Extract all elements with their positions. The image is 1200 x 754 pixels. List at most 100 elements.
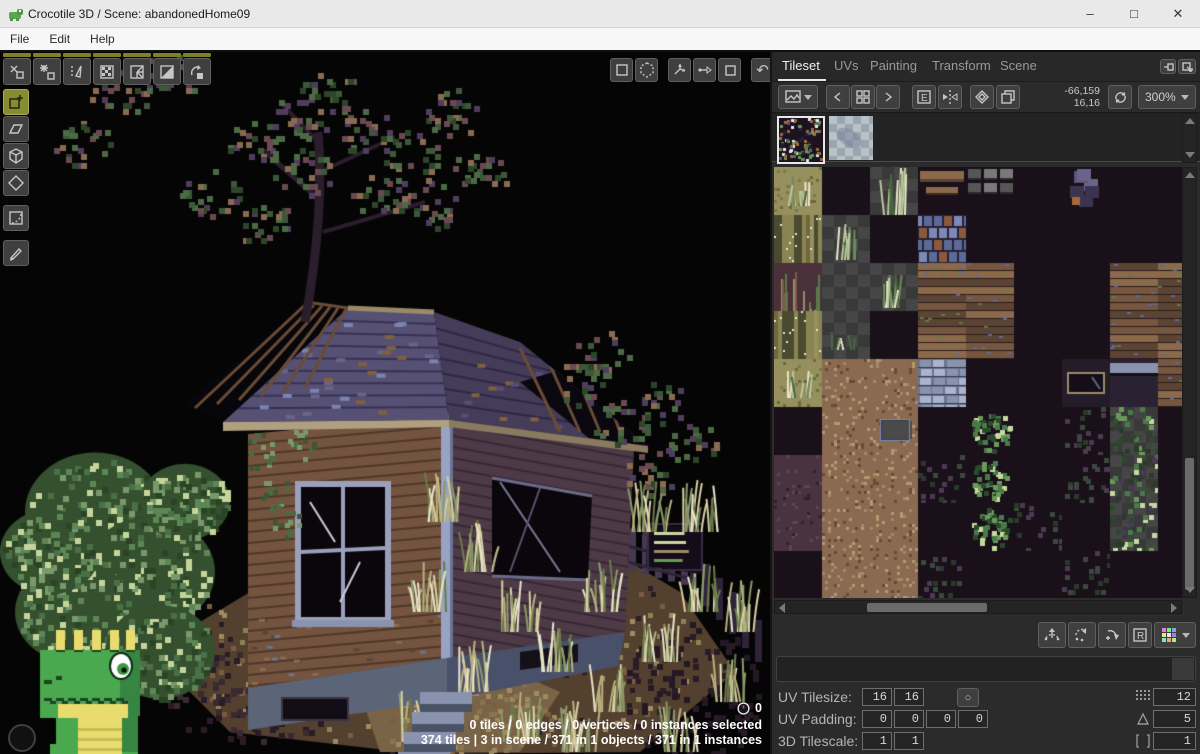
flip-tile-button[interactable] <box>938 85 962 109</box>
selection-status: 0 tiles / 0 edges / 0 vertices / 0 insta… <box>421 718 762 733</box>
tileset-picker-button[interactable] <box>778 85 818 109</box>
shade-button[interactable] <box>153 58 181 85</box>
app-window: Crocotile 3D / Scene: abandonedHome09 – … <box>0 0 1200 754</box>
vscroll-thumb[interactable] <box>1185 458 1194 590</box>
circle-icon: ○ <box>965 692 972 704</box>
chevron-down-icon <box>804 95 812 100</box>
edge-mode-button[interactable]: E <box>912 85 936 109</box>
menu-file[interactable]: File <box>0 28 39 50</box>
panel-tabs: Tileset UVs Painting Transform Scene <box>772 52 1200 82</box>
tile-select-mode-button[interactable] <box>610 58 633 82</box>
uv-tilesize-x-input[interactable] <box>862 688 892 706</box>
scroll-down-icon[interactable] <box>1185 152 1195 158</box>
menu-bar: File Edit Help <box>0 28 1200 52</box>
angle-snap-input[interactable] <box>1153 710 1196 728</box>
move-mode-button[interactable] <box>668 58 691 82</box>
refresh-icon <box>1113 90 1128 105</box>
palette-button[interactable] <box>1154 622 1196 648</box>
uv-padding-4-input[interactable] <box>958 710 988 728</box>
select-region-button[interactable] <box>3 205 29 231</box>
face-tool-button[interactable] <box>3 116 29 142</box>
pivot-rotate-button[interactable] <box>183 58 211 85</box>
selected-tile-strip <box>776 656 1196 682</box>
pencil-tool-button[interactable] <box>3 240 29 266</box>
face-mode-button[interactable] <box>718 58 741 82</box>
tileset-canvas[interactable] <box>774 167 1182 598</box>
hscroll-thumb[interactable] <box>867 603 987 612</box>
flip-vertices-button[interactable] <box>1038 622 1066 648</box>
maximize-button[interactable]: □ <box>1112 1 1156 27</box>
reload-tileset-button[interactable] <box>1108 85 1132 109</box>
tilescale-x-input[interactable] <box>862 732 892 750</box>
uv-diamond-button[interactable] <box>970 85 994 109</box>
uv-padding-2-input[interactable] <box>894 710 924 728</box>
tile-extrude-icon <box>1135 733 1151 749</box>
angle-snap-icon <box>1135 711 1151 727</box>
tileset-toolbar: E -66,15916,16 300% <box>772 83 1200 111</box>
unpin-panel-button[interactable] <box>1160 59 1176 74</box>
tile-stamp-button[interactable] <box>63 58 91 85</box>
menu-edit[interactable]: Edit <box>39 28 80 50</box>
weld-vertices-button[interactable] <box>33 58 61 85</box>
chevron-down-icon <box>1182 633 1190 638</box>
scroll-up-icon[interactable] <box>1185 118 1195 124</box>
uv-padding-1-input[interactable] <box>862 710 892 728</box>
tab-uvs[interactable]: UVs <box>834 58 859 73</box>
tab-transform[interactable]: Transform <box>932 58 991 73</box>
undo-button[interactable]: ↶ <box>751 58 770 82</box>
snap-tiles-button[interactable] <box>3 58 31 85</box>
right-panel: Tileset UVs Painting Transform Scene <box>770 52 1200 754</box>
rotate-vertices-button[interactable] <box>1068 622 1096 648</box>
history-count: 0 <box>755 701 762 716</box>
lighting-button[interactable] <box>123 58 151 85</box>
extrude-input[interactable] <box>1153 732 1196 750</box>
uv-padding-3-input[interactable] <box>926 710 956 728</box>
zoom-select[interactable]: 300% <box>1138 85 1196 109</box>
uv-tilesize-y-input[interactable] <box>894 688 924 706</box>
scroll-left-icon[interactable] <box>779 603 785 613</box>
grid-snap-input[interactable] <box>1153 688 1196 706</box>
viewport-mode-toolbar: ↶ ↷ <box>610 58 770 82</box>
viewport[interactable]: ↶ ↷ 0 0 tiles / 0 edges / 0 vertices / 0… <box>0 52 770 754</box>
tilescale-y-input[interactable] <box>894 732 924 750</box>
tileset-hscrollbar[interactable] <box>774 600 1182 614</box>
app-logo-crocodile-icon <box>8 6 24 22</box>
duplicate-tile-button[interactable] <box>996 85 1020 109</box>
tab-tileset[interactable]: Tileset <box>782 58 820 73</box>
next-tile-button[interactable] <box>876 85 900 109</box>
draw-tile-button[interactable] <box>3 89 29 115</box>
svg-text:R: R <box>1137 631 1144 642</box>
instance-select-mode-button[interactable] <box>635 58 658 82</box>
scroll-up-icon[interactable] <box>1185 172 1195 178</box>
scroll-down-icon[interactable] <box>1185 587 1195 593</box>
tileset-vscrollbar[interactable] <box>1182 167 1197 598</box>
rotation-reset-button[interactable]: R <box>1128 622 1152 648</box>
scene-3d-view[interactable] <box>0 52 770 754</box>
menu-help[interactable]: Help <box>80 28 125 50</box>
vertex-mode-button[interactable] <box>693 58 716 82</box>
tab-painting[interactable]: Painting <box>870 58 917 73</box>
tileset-thumbnail-2[interactable] <box>829 116 873 160</box>
orbit-gizmo[interactable] <box>8 724 36 752</box>
diamond-tool-button[interactable] <box>3 170 29 196</box>
undo-icon: ↶ <box>756 63 769 78</box>
viewport-status: 0 0 tiles / 0 edges / 0 vertices / 0 ins… <box>421 701 762 748</box>
active-tab-underline <box>778 79 826 81</box>
prev-tile-button[interactable] <box>826 85 850 109</box>
pattern-fill-button[interactable] <box>93 58 121 85</box>
tileset-thumbnail-1[interactable] <box>777 116 825 164</box>
tilescale-label: 3D Tilescale: <box>778 733 858 749</box>
scroll-right-icon[interactable] <box>1171 603 1177 613</box>
minimize-button[interactable]: – <box>1068 1 1112 27</box>
rotate-step-button[interactable] <box>1098 622 1126 648</box>
thumbnail-scrollbar[interactable] <box>1182 113 1197 163</box>
popout-panel-button[interactable] <box>1178 59 1196 74</box>
tile-grid-button[interactable] <box>851 85 875 109</box>
selected-tile-swatch <box>1172 658 1194 680</box>
uv-link-button[interactable]: ○ <box>957 688 979 707</box>
title-bar: Crocotile 3D / Scene: abandonedHome09 – … <box>0 0 1200 28</box>
tab-scene[interactable]: Scene <box>1000 58 1037 73</box>
tile-transform-row: R <box>772 620 1200 650</box>
close-button[interactable]: ✕ <box>1156 1 1200 27</box>
box-tool-button[interactable] <box>3 143 29 169</box>
